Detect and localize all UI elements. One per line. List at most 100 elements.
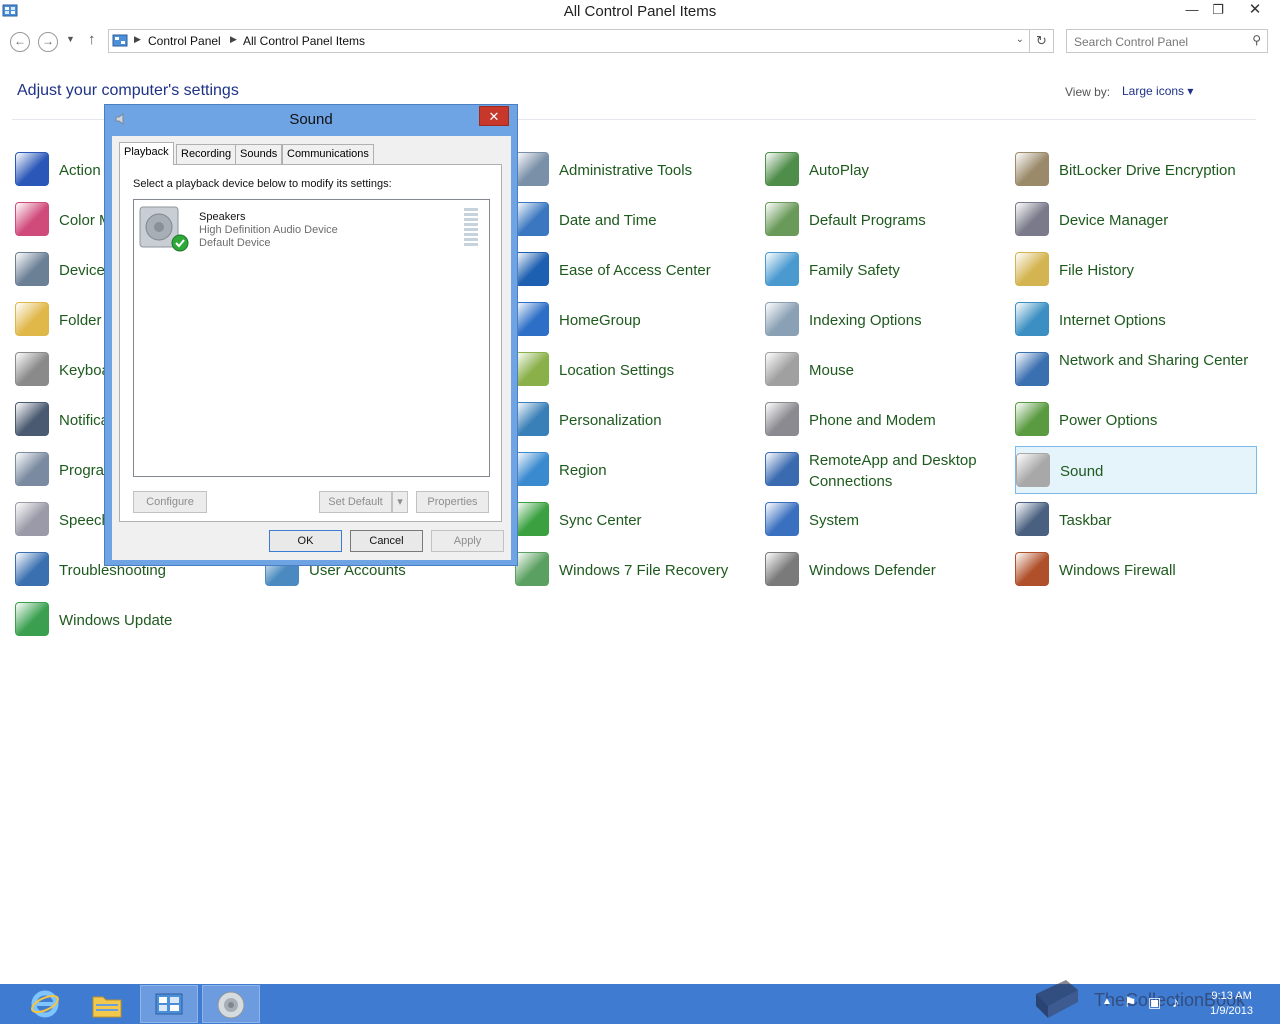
properties-button[interactable]: Properties — [416, 491, 489, 513]
windows-defender-icon — [765, 552, 799, 586]
item-sync-center[interactable]: Sync Center — [515, 496, 757, 544]
tab-recording[interactable]: Recording — [176, 144, 237, 164]
volume-tray-icon[interactable]: ♪ — [1172, 994, 1179, 1010]
taskbar-sound[interactable] — [202, 985, 260, 1023]
clock-date: 1/9/2013 — [1210, 1005, 1253, 1017]
windows-7-file-recovery-icon — [515, 552, 549, 586]
item-taskbar[interactable]: Taskbar — [1015, 496, 1257, 544]
address-bar[interactable]: ▶ Control Panel ▶ All Control Panel Item… — [108, 29, 1030, 53]
item-region[interactable]: Region — [515, 446, 757, 494]
devices-and-printers-icon — [15, 252, 49, 286]
item-date-and-time[interactable]: Date and Time — [515, 196, 757, 244]
search-icon[interactable]: ⚲ — [1252, 33, 1261, 47]
taskbar-control-panel[interactable] — [140, 985, 198, 1023]
refresh-button[interactable]: ↻ — [1030, 29, 1054, 53]
breadcrumb-separator-icon: ▶ — [230, 34, 237, 44]
item-label: Location Settings — [559, 362, 675, 379]
breadcrumb-all-items[interactable]: All Control Panel Items — [243, 34, 365, 48]
item-default-programs[interactable]: Default Programs — [765, 196, 1007, 244]
taskbar-icon — [1015, 502, 1049, 536]
date-and-time-icon — [515, 202, 549, 236]
notification-area-icons-icon — [15, 402, 49, 436]
item-network-and-sharing-center[interactable]: Network and Sharing Center — [1015, 346, 1257, 394]
item-location-settings[interactable]: Location Settings — [515, 346, 757, 394]
search-input[interactable]: Search Control Panel ⚲ — [1066, 29, 1268, 53]
view-by-dropdown[interactable]: Large icons ▾ — [1122, 84, 1193, 98]
restore-button[interactable]: ❐ — [1204, 0, 1232, 22]
tab-playback[interactable]: Playback — [119, 142, 174, 165]
item-indexing-options[interactable]: Indexing Options — [765, 296, 1007, 344]
item-internet-options[interactable]: Internet Options — [1015, 296, 1257, 344]
item-device-manager[interactable]: Device Manager — [1015, 196, 1257, 244]
address-dropdown-icon[interactable]: ⌄ — [1016, 34, 1024, 45]
item-family-safety[interactable]: Family Safety — [765, 246, 1007, 294]
taskbar-file-explorer[interactable] — [78, 985, 136, 1023]
network-tray-icon[interactable]: ▣ — [1148, 994, 1161, 1011]
item-ease-of-access-center[interactable]: Ease of Access Center — [515, 246, 757, 294]
list-item[interactable]: Speakers High Definition Audio Device De… — [134, 200, 489, 256]
item-label: Sound — [1060, 463, 1104, 480]
tab-communications[interactable]: Communications — [282, 144, 374, 164]
arrow-right-icon: → — [42, 34, 54, 48]
arrow-left-icon: ← — [14, 34, 26, 48]
item-label: RemoteApp and Desktop Connections — [809, 452, 977, 490]
item-personalization[interactable]: Personalization — [515, 396, 757, 444]
set-default-dropdown[interactable]: ▾ — [392, 491, 408, 513]
item-label: BitLocker Drive Encryption — [1059, 162, 1236, 179]
chevron-down-icon: ▼ — [66, 34, 75, 44]
item-label: Taskbar — [1059, 512, 1112, 529]
item-label: Windows Update — [59, 612, 173, 629]
speaker-icon — [217, 991, 245, 1019]
up-button[interactable]: ↑ — [88, 31, 96, 48]
recent-locations-button[interactable]: ▼ — [66, 34, 75, 44]
item-windows-firewall[interactable]: Windows Firewall — [1015, 546, 1257, 594]
power-options-icon — [1015, 402, 1049, 436]
back-button[interactable]: ← — [10, 32, 30, 52]
item-sound[interactable]: Sound — [1015, 446, 1257, 494]
item-administrative-tools[interactable]: Administrative Tools — [515, 146, 757, 194]
item-mouse[interactable]: Mouse — [765, 346, 1007, 394]
taskbar-internet-explorer[interactable] — [16, 985, 74, 1023]
item-label: Region — [559, 462, 607, 479]
item-power-options[interactable]: Power Options — [1015, 396, 1257, 444]
item-windows-update[interactable]: Windows Update — [15, 596, 257, 644]
volume-meter — [464, 208, 478, 248]
apply-button[interactable]: Apply — [431, 530, 504, 552]
item-windows-defender[interactable]: Windows Defender — [765, 546, 1007, 594]
playback-device-list[interactable]: Speakers High Definition Audio Device De… — [133, 199, 490, 477]
clock[interactable]: 9:13 AM 1/9/2013 — [1210, 989, 1253, 1019]
item-label: Ease of Access Center — [559, 262, 711, 279]
item-windows-7-file-recovery[interactable]: Windows 7 File Recovery — [515, 546, 757, 594]
cancel-button[interactable]: Cancel — [350, 530, 423, 552]
minimize-button[interactable]: — — [1178, 0, 1206, 22]
programs-and-features-icon — [15, 452, 49, 486]
ok-button[interactable]: OK — [269, 530, 342, 552]
item-file-history[interactable]: File History — [1015, 246, 1257, 294]
arrow-up-icon: ↑ — [88, 31, 96, 48]
item-phone-and-modem[interactable]: Phone and Modem — [765, 396, 1007, 444]
close-button[interactable]: ✕ — [1240, 0, 1270, 22]
dialog-close-button[interactable]: ✕ — [479, 106, 509, 126]
item-label: Mouse — [809, 362, 855, 379]
view-by-label: View by: — [1065, 85, 1111, 99]
item-bitlocker-drive-encryption[interactable]: BitLocker Drive Encryption — [1015, 146, 1257, 194]
speech-recognition-icon — [15, 502, 49, 536]
homegroup-icon — [515, 302, 549, 336]
set-default-button[interactable]: Set Default — [319, 491, 392, 513]
configure-button[interactable]: Configure — [133, 491, 207, 513]
sound-icon — [1016, 453, 1050, 487]
tab-sounds[interactable]: Sounds — [235, 144, 283, 164]
show-hidden-icons-button[interactable]: ▲ — [1102, 996, 1112, 1007]
forward-button[interactable]: → — [38, 32, 58, 52]
action-center-tray-icon[interactable]: ⚑ — [1124, 994, 1137, 1011]
item-label: File History — [1059, 262, 1135, 279]
folder-icon — [92, 996, 122, 1018]
book-logo-icon — [1036, 980, 1078, 1018]
item-homegroup[interactable]: HomeGroup — [515, 296, 757, 344]
item-system[interactable]: System — [765, 496, 1007, 544]
playback-instruction: Select a playback device below to modify… — [133, 178, 392, 190]
breadcrumb-control-panel[interactable]: Control Panel — [148, 34, 221, 48]
clock-time: 9:13 AM — [1211, 990, 1252, 1002]
item-autoplay[interactable]: AutoPlay — [765, 146, 1007, 194]
item-remoteapp-and-desktop-connections[interactable]: RemoteApp and Desktop Connections — [765, 446, 1007, 494]
